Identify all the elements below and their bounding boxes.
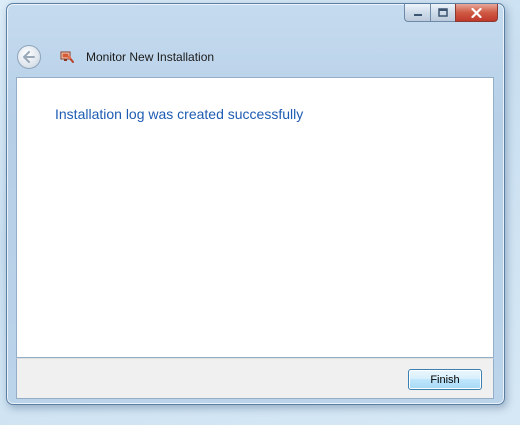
- monitor-config-icon: [58, 48, 76, 66]
- page-heading: Installation log was created successfull…: [55, 106, 304, 122]
- caption-buttons: [404, 4, 498, 23]
- wizard-footer: Finish: [16, 358, 494, 399]
- title-bar: Monitor New Installation: [17, 42, 214, 72]
- maximize-button[interactable]: [430, 4, 455, 22]
- wizard-content-area: Installation log was created successfull…: [16, 77, 494, 358]
- minimize-icon: [413, 13, 422, 16]
- window-title: Monitor New Installation: [86, 50, 215, 64]
- close-button[interactable]: [455, 4, 498, 22]
- back-button[interactable]: [17, 45, 41, 69]
- maximize-icon: [438, 8, 448, 17]
- minimize-button[interactable]: [404, 4, 430, 22]
- close-icon: [471, 7, 482, 18]
- finish-button[interactable]: Finish: [408, 369, 482, 390]
- wizard-window: Monitor New Installation Installation lo…: [6, 3, 505, 405]
- back-arrow-icon: [23, 51, 35, 63]
